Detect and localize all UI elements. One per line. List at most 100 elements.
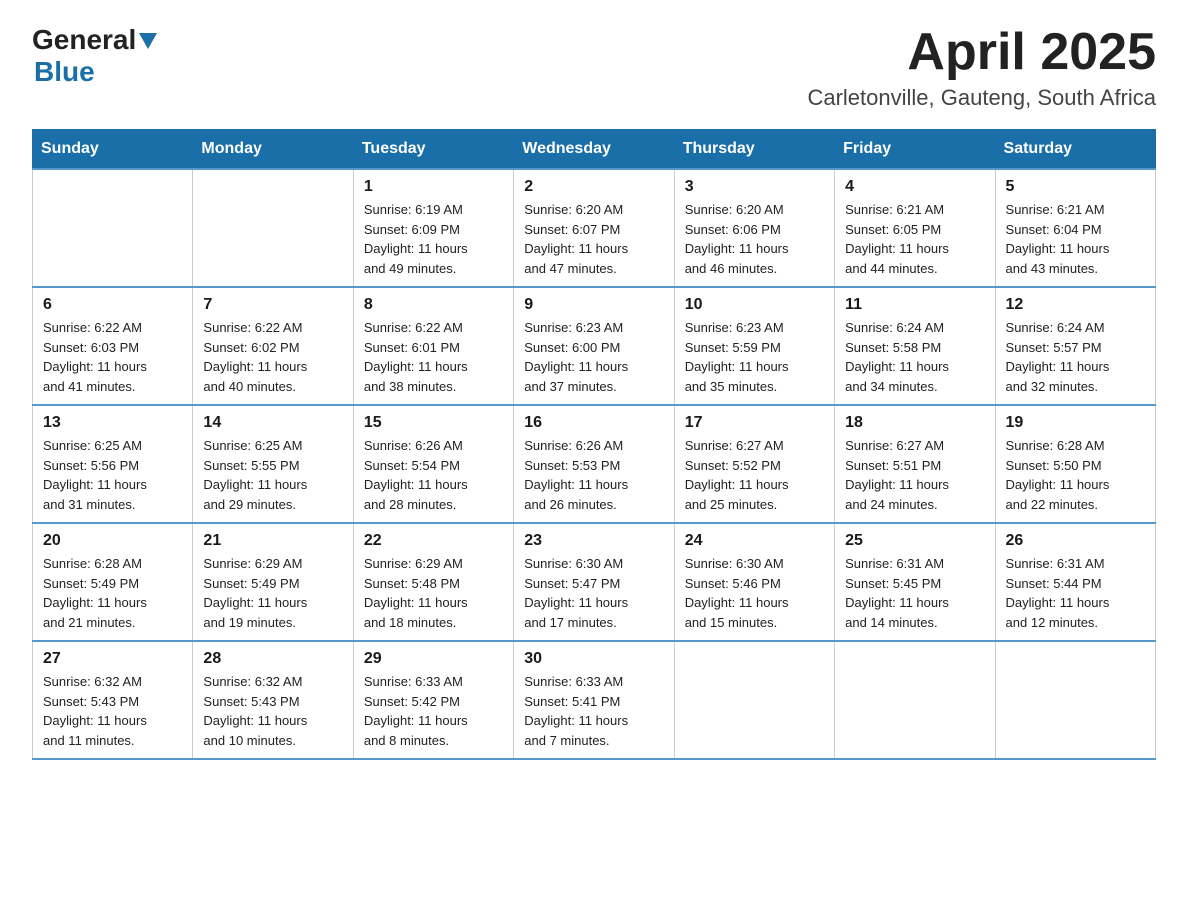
calendar-cell: 17Sunrise: 6:27 AM Sunset: 5:52 PM Dayli… [674, 405, 834, 523]
day-number: 23 [524, 532, 663, 550]
day-number: 1 [364, 178, 503, 196]
day-info: Sunrise: 6:33 AM Sunset: 5:42 PM Dayligh… [364, 672, 503, 750]
calendar-cell: 28Sunrise: 6:32 AM Sunset: 5:43 PM Dayli… [193, 641, 353, 759]
day-number: 20 [43, 532, 182, 550]
calendar-cell: 2 Sunrise: 6:20 AM Sunset: 6:07 PM Daylig… [514, 169, 674, 287]
calendar-cell: 6 Sunrise: 6:22 AM Sunset: 6:03 PM Daylig… [33, 287, 193, 405]
day-number: 18 [845, 414, 984, 432]
day-number: 30 [524, 650, 663, 668]
day-info: Sunrise: 6:23 AM Sunset: 6:00 PM Dayligh… [524, 318, 663, 396]
day-number: 11 [845, 296, 984, 314]
calendar-cell: 24 Sunrise: 6:30 AM Sunset: 5:46 PM Dayli… [674, 523, 834, 641]
header-tuesday: Tuesday [353, 130, 513, 170]
calendar-cell: 25 Sunrise: 6:31 AM Sunset: 5:45 PM Dayli… [835, 523, 995, 641]
day-number: 9 [524, 296, 663, 314]
calendar-cell: 26 Sunrise: 6:31 AM Sunset: 5:44 PM Dayli… [995, 523, 1155, 641]
day-info: Sunrise: 6:23 AM Sunset: 5:59 PM Dayligh… [685, 318, 824, 396]
calendar-table: SundayMondayTuesdayWednesdayThursdayFrid… [32, 129, 1156, 760]
day-number: 24 [685, 532, 824, 550]
day-number: 14 [203, 414, 342, 432]
week-row-1: 1 Sunrise: 6:19 AM Sunset: 6:09 PM Daylig… [33, 169, 1156, 287]
day-number: 17 [685, 414, 824, 432]
day-info: Sunrise: 6:19 AM Sunset: 6:09 PM Dayligh… [364, 200, 503, 278]
calendar-cell: 3 Sunrise: 6:20 AM Sunset: 6:06 PM Daylig… [674, 169, 834, 287]
calendar-cell: 27Sunrise: 6:32 AM Sunset: 5:43 PM Dayli… [33, 641, 193, 759]
logo-blue-text: Blue [34, 56, 95, 88]
calendar-cell [835, 641, 995, 759]
day-number: 26 [1006, 532, 1145, 550]
calendar-cell: 13Sunrise: 6:25 AM Sunset: 5:56 PM Dayli… [33, 405, 193, 523]
calendar-cell: 9 Sunrise: 6:23 AM Sunset: 6:00 PM Daylig… [514, 287, 674, 405]
day-info: Sunrise: 6:30 AM Sunset: 5:47 PM Dayligh… [524, 554, 663, 632]
day-number: 6 [43, 296, 182, 314]
day-number: 25 [845, 532, 984, 550]
day-info: Sunrise: 6:33 AM Sunset: 5:41 PM Dayligh… [524, 672, 663, 750]
day-info: Sunrise: 6:26 AM Sunset: 5:54 PM Dayligh… [364, 436, 503, 514]
calendar-cell: 12 Sunrise: 6:24 AM Sunset: 5:57 PM Dayli… [995, 287, 1155, 405]
calendar-cell: 11 Sunrise: 6:24 AM Sunset: 5:58 PM Dayli… [835, 287, 995, 405]
logo-general-text: General [32, 24, 136, 56]
day-info: Sunrise: 6:22 AM Sunset: 6:03 PM Dayligh… [43, 318, 182, 396]
day-number: 8 [364, 296, 503, 314]
calendar-cell: 8 Sunrise: 6:22 AM Sunset: 6:01 PM Daylig… [353, 287, 513, 405]
calendar-cell [674, 641, 834, 759]
calendar-header-row: SundayMondayTuesdayWednesdayThursdayFrid… [33, 130, 1156, 170]
day-info: Sunrise: 6:31 AM Sunset: 5:44 PM Dayligh… [1006, 554, 1145, 632]
day-info: Sunrise: 6:30 AM Sunset: 5:46 PM Dayligh… [685, 554, 824, 632]
day-number: 12 [1006, 296, 1145, 314]
day-number: 29 [364, 650, 503, 668]
logo-arrow-icon [139, 33, 157, 49]
day-info: Sunrise: 6:32 AM Sunset: 5:43 PM Dayligh… [203, 672, 342, 750]
page-header: General Blue April 2025 Carletonville, G… [32, 24, 1156, 111]
day-info: Sunrise: 6:29 AM Sunset: 5:48 PM Dayligh… [364, 554, 503, 632]
day-info: Sunrise: 6:31 AM Sunset: 5:45 PM Dayligh… [845, 554, 984, 632]
calendar-cell: 4 Sunrise: 6:21 AM Sunset: 6:05 PM Daylig… [835, 169, 995, 287]
day-number: 7 [203, 296, 342, 314]
day-number: 2 [524, 178, 663, 196]
calendar-cell: 22 Sunrise: 6:29 AM Sunset: 5:48 PM Dayli… [353, 523, 513, 641]
location-title: Carletonville, Gauteng, South Africa [807, 85, 1156, 111]
week-row-3: 13Sunrise: 6:25 AM Sunset: 5:56 PM Dayli… [33, 405, 1156, 523]
day-info: Sunrise: 6:24 AM Sunset: 5:58 PM Dayligh… [845, 318, 984, 396]
day-info: Sunrise: 6:22 AM Sunset: 6:01 PM Dayligh… [364, 318, 503, 396]
calendar-cell: 16 Sunrise: 6:26 AM Sunset: 5:53 PM Dayli… [514, 405, 674, 523]
day-info: Sunrise: 6:21 AM Sunset: 6:05 PM Dayligh… [845, 200, 984, 278]
day-number: 13 [43, 414, 182, 432]
title-block: April 2025 Carletonville, Gauteng, South… [807, 24, 1156, 111]
week-row-2: 6 Sunrise: 6:22 AM Sunset: 6:03 PM Daylig… [33, 287, 1156, 405]
calendar-cell: 21 Sunrise: 6:29 AM Sunset: 5:49 PM Dayli… [193, 523, 353, 641]
day-info: Sunrise: 6:20 AM Sunset: 6:07 PM Dayligh… [524, 200, 663, 278]
day-info: Sunrise: 6:27 AM Sunset: 5:51 PM Dayligh… [845, 436, 984, 514]
day-number: 22 [364, 532, 503, 550]
day-number: 27 [43, 650, 182, 668]
calendar-cell: 19 Sunrise: 6:28 AM Sunset: 5:50 PM Dayli… [995, 405, 1155, 523]
day-number: 19 [1006, 414, 1145, 432]
week-row-4: 20 Sunrise: 6:28 AM Sunset: 5:49 PM Dayli… [33, 523, 1156, 641]
day-info: Sunrise: 6:25 AM Sunset: 5:55 PM Dayligh… [203, 436, 342, 514]
day-number: 21 [203, 532, 342, 550]
day-info: Sunrise: 6:28 AM Sunset: 5:49 PM Dayligh… [43, 554, 182, 632]
day-number: 4 [845, 178, 984, 196]
day-info: Sunrise: 6:26 AM Sunset: 5:53 PM Dayligh… [524, 436, 663, 514]
calendar-cell: 7 Sunrise: 6:22 AM Sunset: 6:02 PM Daylig… [193, 287, 353, 405]
day-info: Sunrise: 6:28 AM Sunset: 5:50 PM Dayligh… [1006, 436, 1145, 514]
header-wednesday: Wednesday [514, 130, 674, 170]
calendar-cell: 10Sunrise: 6:23 AM Sunset: 5:59 PM Dayli… [674, 287, 834, 405]
calendar-cell: 29 Sunrise: 6:33 AM Sunset: 5:42 PM Dayli… [353, 641, 513, 759]
header-monday: Monday [193, 130, 353, 170]
header-thursday: Thursday [674, 130, 834, 170]
calendar-cell: 14 Sunrise: 6:25 AM Sunset: 5:55 PM Dayli… [193, 405, 353, 523]
calendar-cell: 20 Sunrise: 6:28 AM Sunset: 5:49 PM Dayli… [33, 523, 193, 641]
day-number: 16 [524, 414, 663, 432]
calendar-cell [193, 169, 353, 287]
day-info: Sunrise: 6:24 AM Sunset: 5:57 PM Dayligh… [1006, 318, 1145, 396]
header-friday: Friday [835, 130, 995, 170]
month-title: April 2025 [807, 24, 1156, 81]
day-number: 3 [685, 178, 824, 196]
day-info: Sunrise: 6:29 AM Sunset: 5:49 PM Dayligh… [203, 554, 342, 632]
calendar-cell [33, 169, 193, 287]
day-info: Sunrise: 6:22 AM Sunset: 6:02 PM Dayligh… [203, 318, 342, 396]
day-info: Sunrise: 6:20 AM Sunset: 6:06 PM Dayligh… [685, 200, 824, 278]
calendar-cell: 15Sunrise: 6:26 AM Sunset: 5:54 PM Dayli… [353, 405, 513, 523]
header-sunday: Sunday [33, 130, 193, 170]
